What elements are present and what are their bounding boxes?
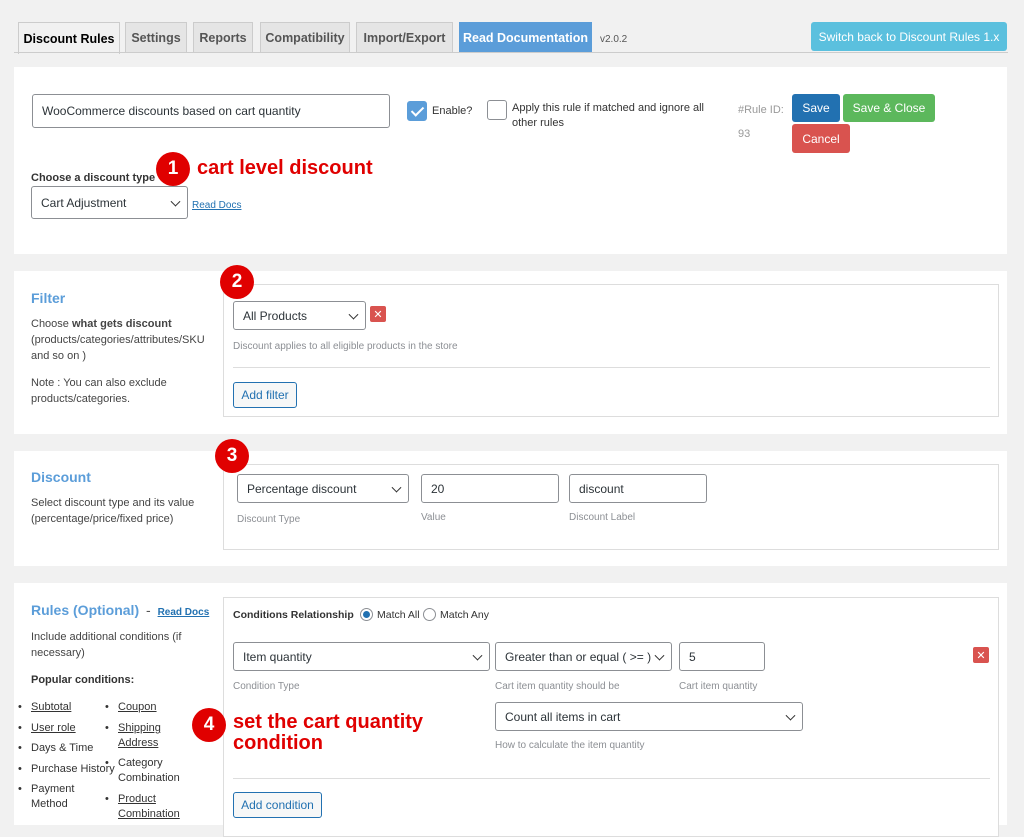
rule-id-value: 93 (738, 128, 751, 140)
match-any-radio[interactable] (423, 608, 436, 621)
cancel-button[interactable]: Cancel (792, 124, 850, 153)
rules-description: Include additional conditions (if necess… (31, 631, 182, 659)
discount-method-value: Percentage discount (247, 481, 357, 496)
discount-type-read-docs-link[interactable]: Read Docs (192, 200, 241, 211)
tab-read-documentation[interactable]: Read Documentation (459, 22, 592, 53)
apply-exclusive-checkbox[interactable] (487, 100, 507, 120)
add-filter-button[interactable]: Add filter (233, 382, 297, 408)
add-condition-button[interactable]: Add condition (233, 792, 322, 818)
close-icon: ✕ (373, 308, 383, 321)
conditions-relationship-label: Conditions Relationship (233, 609, 354, 621)
popular-condition-category-combination[interactable]: Category Combination (105, 756, 188, 786)
tab-compatibility[interactable]: Compatibility (260, 22, 350, 53)
enable-label: Enable? (432, 105, 473, 117)
discount-type-value: Cart Adjustment (41, 195, 127, 210)
tab-settings[interactable]: Settings (125, 22, 187, 53)
tab-import-export[interactable]: Import/Export (356, 22, 453, 53)
discount-type-select[interactable]: Cart Adjustment (31, 186, 188, 219)
popular-condition-subtotal[interactable]: Subtotal (18, 700, 71, 715)
condition-type-select[interactable]: Item quantity (233, 642, 490, 671)
discount-type-label: Choose a discount type (31, 172, 156, 184)
chevron-down-icon (785, 710, 796, 721)
condition-operator-helper: Cart item quantity should be (495, 681, 620, 692)
filter-title: Filter (31, 290, 66, 306)
annotation-badge-2: 2 (220, 265, 254, 299)
annotation-badge-1: 1 (156, 152, 190, 186)
rules-panel: Rules (Optional) - Read Docs Include add… (14, 583, 1007, 837)
match-all-label: Match All (377, 609, 420, 621)
discount-label-input[interactable]: discount (569, 474, 707, 503)
annotation-text-1: cart level discount (197, 157, 373, 179)
filter-note: Note : You can also exclude products/cat… (31, 377, 167, 405)
filter-panel: Filter Choose what gets discount (produc… (14, 271, 1007, 434)
tab-bar: Discount Rules Settings Reports Compatib… (0, 0, 1024, 54)
popular-condition-user-role[interactable]: User role (18, 721, 76, 736)
quantity-calculation-select[interactable]: Count all items in cart (495, 702, 803, 731)
filter-helper: Discount applies to all eligible product… (233, 341, 458, 352)
tab-divider (14, 52, 1008, 53)
version-label: v2.0.2 (600, 34, 628, 45)
remove-condition-button[interactable]: ✕ (973, 647, 989, 663)
chevron-down-icon (348, 309, 359, 320)
discount-value-helper: Value (421, 512, 446, 523)
conditions-divider (233, 778, 990, 779)
condition-quantity-helper: Cart item quantity (679, 681, 758, 692)
filter-divider (233, 367, 990, 368)
chevron-down-icon (472, 650, 483, 661)
remove-filter-button[interactable]: ✕ (370, 306, 386, 322)
filter-description: Choose what gets discount (products/cate… (31, 318, 205, 362)
discount-description: Select discount type and its value (perc… (31, 497, 195, 525)
tab-discount-rules[interactable]: Discount Rules (18, 22, 120, 54)
rule-name-input[interactable]: WooCommerce discounts based on cart quan… (32, 94, 390, 128)
filter-type-select[interactable]: All Products (233, 301, 366, 330)
condition-type-helper: Condition Type (233, 681, 300, 692)
discount-type-helper: Discount Type (237, 514, 301, 525)
popular-condition-coupon[interactable]: Coupon (105, 700, 156, 715)
discount-panel: Discount Select discount type and its va… (14, 451, 1007, 566)
match-all-radio[interactable] (360, 608, 373, 621)
popular-conditions-label: Popular conditions: (31, 674, 135, 686)
chevron-down-icon (391, 482, 402, 493)
discount-title: Discount (31, 469, 91, 485)
condition-quantity-input[interactable]: 5 (679, 642, 765, 671)
annotation-badge-4: 4 (192, 708, 226, 742)
popular-condition-purchase-history[interactable]: Purchase History (18, 762, 115, 777)
filter-box: All Products ✕ Discount applies to all e… (223, 284, 999, 417)
annotation-text-4: set the cart quantity condition (233, 711, 424, 754)
match-any-label: Match Any (440, 609, 490, 621)
enable-checkbox[interactable] (407, 101, 427, 121)
rules-title: Rules (Optional) - Read Docs (31, 602, 210, 618)
close-icon: ✕ (976, 649, 986, 662)
tab-reports[interactable]: Reports (193, 22, 253, 53)
condition-operator-select[interactable]: Greater than or equal ( >= ) (495, 642, 672, 671)
discount-method-select[interactable]: Percentage discount (237, 474, 409, 503)
save-close-button[interactable]: Save & Close (843, 94, 935, 122)
switch-back-button[interactable]: Switch back to Discount Rules 1.x (811, 22, 1007, 51)
apply-exclusive-label: Apply this rule if matched and ignore al… (512, 102, 704, 129)
popular-condition-product-combination[interactable]: Product Combination (105, 792, 188, 822)
condition-type-value: Item quantity (243, 649, 312, 664)
popular-condition-payment-method[interactable]: Payment Method (18, 782, 91, 812)
popular-condition-shipping-address[interactable]: Shipping Address (105, 721, 178, 751)
popular-condition-days-time[interactable]: Days & Time (18, 741, 93, 756)
chevron-down-icon (654, 650, 665, 661)
discount-label-helper: Discount Label (569, 512, 636, 523)
discount-box: Percentage discount 20 discount Discount… (223, 464, 999, 550)
rules-read-docs-link[interactable]: Read Docs (158, 607, 210, 618)
quantity-calculation-value: Count all items in cart (505, 709, 621, 724)
condition-operator-value: Greater than or equal ( >= ) (505, 649, 652, 664)
filter-type-value: All Products (243, 308, 308, 323)
discount-value-input[interactable]: 20 (421, 474, 559, 503)
annotation-badge-3: 3 (215, 439, 249, 473)
rule-id-label: #Rule ID: (738, 104, 784, 116)
quantity-calculation-helper: How to calculate the item quantity (495, 740, 645, 751)
save-button[interactable]: Save (792, 94, 840, 122)
chevron-down-icon (170, 196, 181, 207)
